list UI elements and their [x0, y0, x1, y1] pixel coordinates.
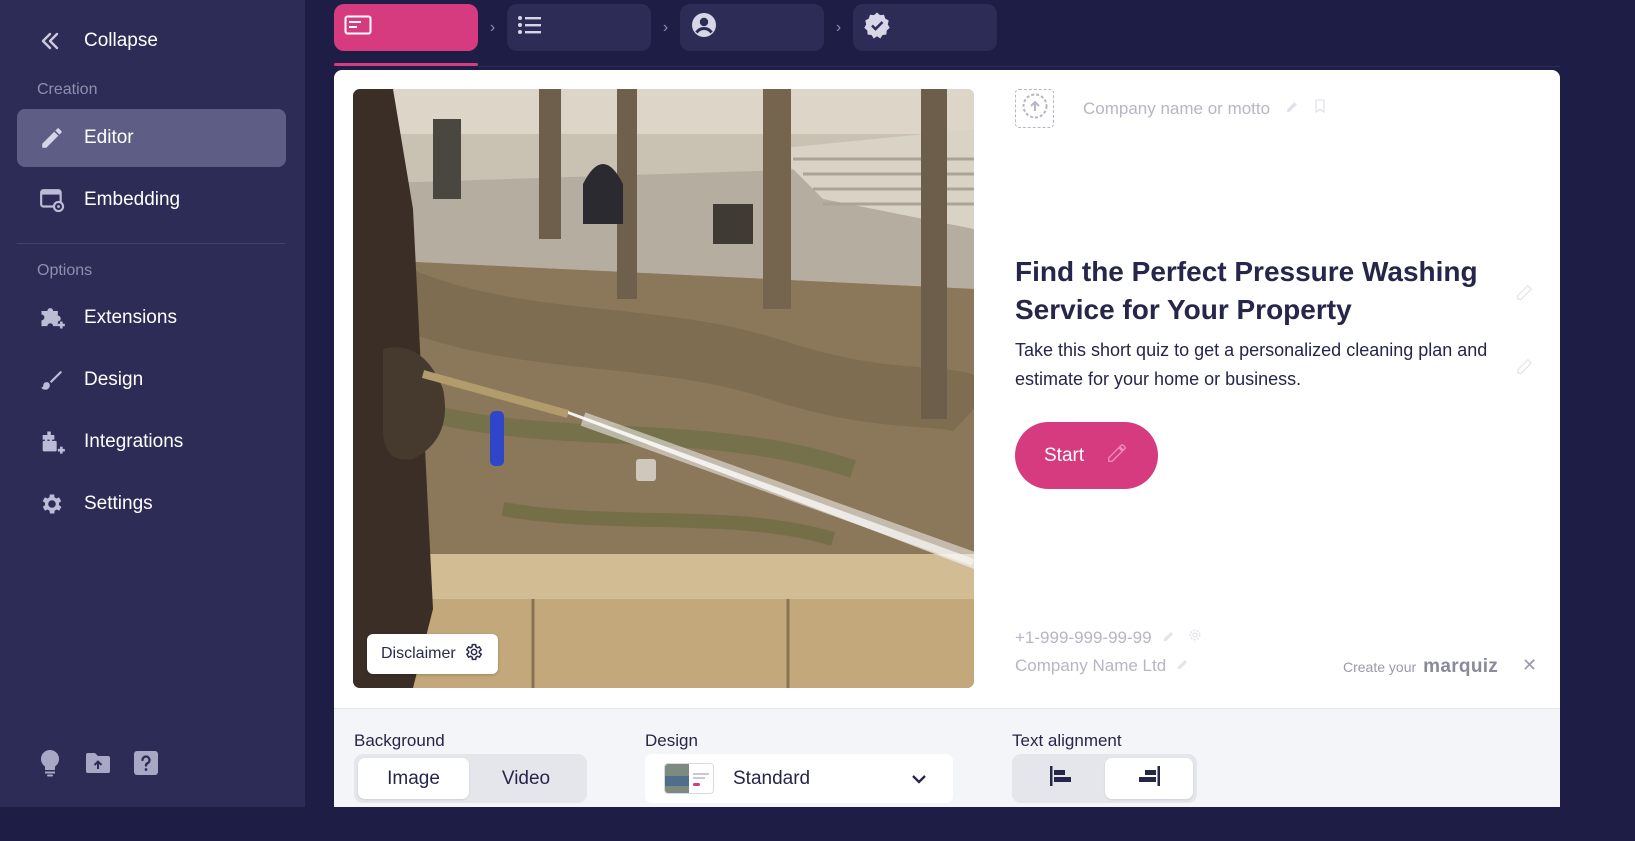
design-thumbnail [664, 763, 714, 794]
text-alignment-label: Text alignment [1012, 731, 1122, 750]
pencil-icon[interactable] [1285, 98, 1301, 114]
double-chevron-left-icon [36, 27, 64, 55]
upload-icon [1021, 92, 1049, 125]
plug-plus-icon [37, 427, 67, 457]
company-name[interactable]: Company Name Ltd [1015, 656, 1191, 676]
chevron-right-icon: › [662, 18, 669, 36]
marquiz-branding[interactable]: Create your marquiz [1343, 656, 1498, 678]
start-page-settings: Background Image Video Design Standard T… [334, 708, 1560, 807]
align-left-option[interactable] [1016, 758, 1105, 799]
close-icon[interactable]: ✕ [1522, 655, 1537, 676]
step-questions[interactable] [507, 4, 651, 51]
design-value: Standard [733, 767, 811, 789]
quiz-headline[interactable]: Find the Perfect Pressure Washing Servic… [1015, 253, 1495, 329]
sidebar-divider [17, 243, 286, 244]
step-contacts[interactable] [680, 4, 824, 51]
align-right-icon [1136, 765, 1162, 793]
phone-text: +1-999-999-99-99 [1015, 627, 1152, 647]
gear-icon [37, 489, 67, 519]
step-tabs: › › › [334, 4, 997, 51]
chevron-right-icon: › [489, 18, 496, 36]
text-alignment-toggle [1012, 754, 1197, 803]
step-start-page[interactable] [334, 4, 478, 51]
sidebar-item-label: Integrations [84, 431, 184, 452]
background-label: Background [354, 731, 445, 750]
folder-upload-icon[interactable] [84, 748, 112, 778]
design-label: Design [645, 731, 698, 750]
marquiz-logo: marquiz [1423, 656, 1499, 677]
pencil-icon[interactable] [1515, 280, 1537, 307]
sidebar: Collapse Creation Editor Embedding Optio… [0, 0, 305, 807]
pencil-icon[interactable] [1515, 354, 1537, 381]
sidebar-item-label: Editor [84, 127, 134, 148]
align-left-icon [1048, 765, 1074, 793]
sidebar-item-label: Extensions [84, 307, 177, 328]
sidebar-item-design[interactable]: Design [17, 351, 286, 409]
pencil-icon [37, 123, 67, 153]
phone-number[interactable]: +1-999-999-99-99 [1015, 627, 1203, 648]
puzzle-plus-icon [37, 303, 67, 333]
sidebar-item-integrations[interactable]: Integrations [17, 413, 286, 471]
steps-divider [478, 66, 1560, 67]
start-button[interactable]: Start [1015, 422, 1158, 489]
brush-icon [37, 365, 67, 395]
company-text: Company Name Ltd [1015, 656, 1167, 675]
pressure-washing-photo[interactable]: Disclaimer [353, 89, 974, 688]
company-motto[interactable]: Company name or motto [1083, 98, 1328, 119]
chevron-right-icon: › [835, 18, 842, 36]
disclaimer-button[interactable]: Disclaimer [367, 634, 498, 674]
logo-upload-button[interactable] [1015, 89, 1054, 128]
sidebar-bottom-actions [36, 748, 160, 778]
start-page-preview: Disclaimer Company name or motto Find th… [334, 70, 1560, 708]
collapse-button[interactable]: Collapse [36, 26, 158, 56]
sidebar-item-label: Design [84, 369, 144, 390]
active-step-indicator [334, 63, 478, 66]
section-creation: Creation [37, 81, 98, 98]
lightbulb-icon[interactable] [36, 748, 64, 778]
sidebar-item-embedding[interactable]: Embedding [17, 171, 286, 229]
list-icon [517, 15, 543, 40]
start-button-label: Start [1044, 444, 1085, 466]
motto-placeholder: Company name or motto [1083, 99, 1271, 118]
quiz-subtitle[interactable]: Take this short quiz to get a personaliz… [1015, 336, 1515, 394]
pencil-icon[interactable] [1176, 656, 1191, 676]
sidebar-item-settings[interactable]: Settings [17, 475, 286, 533]
collapse-label: Collapse [84, 30, 158, 51]
start-page-icon [344, 15, 372, 40]
gear-icon [464, 642, 484, 667]
pencil-icon[interactable] [1162, 628, 1177, 648]
section-options: Options [37, 262, 93, 279]
user-icon [690, 11, 718, 44]
sidebar-item-label: Embedding [84, 189, 181, 210]
bookmark-icon[interactable] [1312, 98, 1328, 114]
sidebar-item-extensions[interactable]: Extensions [17, 289, 286, 347]
background-toggle: Image Video [354, 754, 587, 803]
branding-prefix: Create your [1343, 659, 1417, 675]
background-image-option[interactable]: Image [358, 758, 469, 799]
pencil-icon[interactable] [1106, 442, 1128, 470]
gear-icon[interactable] [1187, 627, 1203, 648]
background-video-option[interactable]: Video [469, 758, 583, 799]
sidebar-item-editor[interactable]: Editor [17, 109, 286, 167]
disclaimer-label: Disclaimer [381, 645, 456, 662]
sidebar-item-label: Settings [84, 493, 153, 514]
help-icon[interactable] [132, 748, 160, 778]
verified-icon [863, 11, 891, 44]
step-result[interactable] [853, 4, 997, 51]
align-right-option[interactable] [1105, 758, 1193, 799]
embed-icon [37, 185, 67, 215]
chevron-down-icon [911, 774, 935, 784]
design-select[interactable]: Standard [645, 754, 953, 803]
